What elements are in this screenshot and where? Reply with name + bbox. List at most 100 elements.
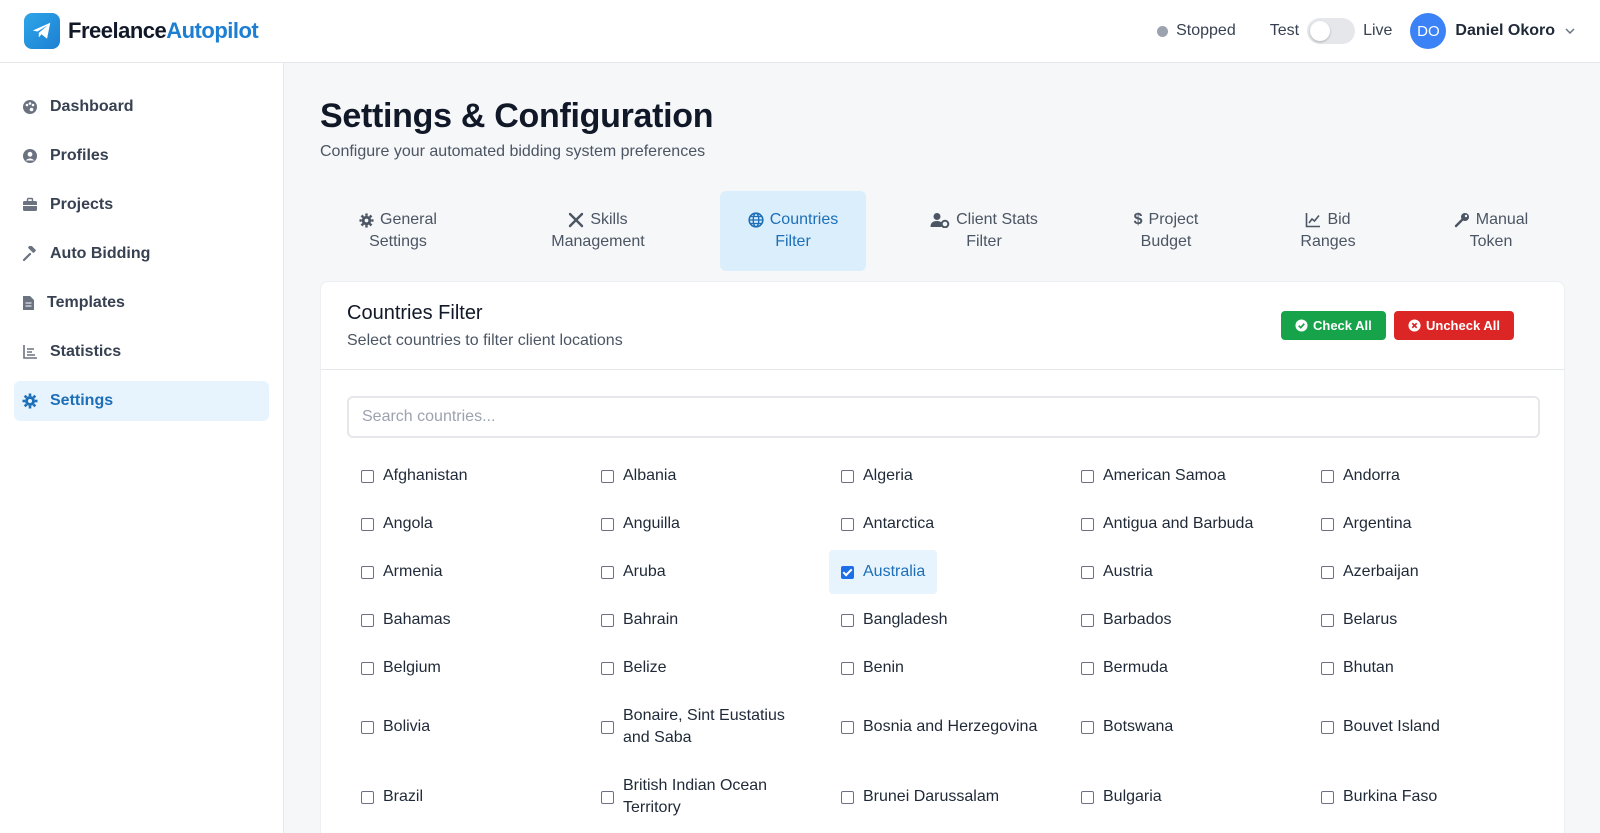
country-checkbox[interactable] — [361, 613, 374, 627]
country-checkbox[interactable] — [1081, 720, 1094, 734]
tab-skills-management[interactable]: Skills Management — [476, 191, 720, 271]
sidebar-item-templates[interactable]: Templates — [14, 283, 269, 323]
country-checkbox[interactable] — [1081, 790, 1094, 804]
country-option[interactable]: Angola — [349, 502, 445, 546]
sidebar-item-statistics[interactable]: Statistics — [14, 332, 269, 372]
gear-icon — [359, 212, 374, 228]
sidebar-item-auto-bidding[interactable]: Auto Bidding — [14, 234, 269, 274]
country-checkbox[interactable] — [601, 517, 614, 531]
country-checkbox[interactable] — [601, 565, 614, 579]
tab-client-stats-filter[interactable]: Client Stats Filter — [866, 191, 1102, 271]
tab-countries-filter[interactable]: Countries Filter — [720, 191, 866, 271]
country-option[interactable]: Anguilla — [589, 502, 692, 546]
tab-manual-token[interactable]: Manual Token — [1426, 191, 1556, 271]
country-checkbox[interactable] — [1081, 565, 1094, 579]
country-option[interactable]: Albania — [589, 454, 688, 498]
country-checkbox[interactable] — [841, 517, 854, 531]
country-checkbox[interactable] — [361, 469, 374, 483]
country-checkbox[interactable] — [841, 469, 854, 483]
avatar: DO — [1410, 13, 1447, 49]
country-option[interactable]: Bonaire, Sint Eustatius and Saba — [589, 694, 817, 760]
country-checkbox[interactable] — [361, 720, 374, 734]
country-checkbox[interactable] — [841, 661, 854, 675]
search-countries-input[interactable] — [347, 396, 1540, 438]
top-bar: FreelanceAutopilot Stopped Test Live DO … — [0, 0, 1600, 63]
test-live-toggle[interactable] — [1307, 18, 1356, 44]
country-option[interactable]: Botswana — [1069, 694, 1185, 760]
country-checkbox[interactable] — [601, 720, 614, 734]
countries-filter-card: Countries Filter Select countries to fil… — [320, 281, 1565, 833]
sidebar-item-settings[interactable]: Settings — [14, 381, 269, 421]
country-option[interactable]: Aruba — [589, 550, 678, 594]
country-label: Belgium — [383, 659, 441, 676]
country-option[interactable]: Bahrain — [589, 598, 690, 642]
country-checkbox[interactable] — [601, 661, 614, 675]
country-option[interactable]: Bosnia and Herzegovina — [829, 694, 1049, 760]
country-option[interactable]: Austria — [1069, 550, 1165, 594]
country-option[interactable]: Benin — [829, 646, 916, 690]
country-option[interactable]: Bolivia — [349, 694, 442, 760]
check-all-button[interactable]: Check All — [1281, 311, 1386, 340]
country-option[interactable]: Azerbaijan — [1309, 550, 1431, 594]
country-checkbox[interactable] — [1321, 517, 1334, 531]
country-option[interactable]: Belize — [589, 646, 679, 690]
sidebar-item-label: Templates — [47, 294, 125, 311]
country-checkbox[interactable] — [1321, 469, 1334, 483]
tab-bid-ranges[interactable]: Bid Ranges — [1230, 191, 1426, 271]
country-checkbox[interactable] — [601, 613, 614, 627]
country-label: Barbados — [1103, 611, 1172, 628]
country-option[interactable]: Algeria — [829, 454, 925, 498]
country-option[interactable]: Bhutan — [1309, 646, 1406, 690]
sidebar-item-dashboard[interactable]: Dashboard — [14, 87, 269, 127]
palette-icon — [23, 100, 37, 114]
country-checkbox[interactable] — [361, 790, 374, 804]
country-option[interactable]: Brazil — [349, 764, 435, 830]
country-option[interactable]: Antarctica — [829, 502, 946, 546]
country-checkbox[interactable] — [1081, 613, 1094, 627]
country-label: Brazil — [383, 788, 424, 805]
country-checkbox[interactable] — [1081, 661, 1094, 675]
country-option[interactable]: Bangladesh — [829, 598, 960, 642]
country-option[interactable]: Belgium — [349, 646, 453, 690]
country-checkbox[interactable] — [361, 661, 374, 675]
country-checkbox[interactable] — [841, 790, 854, 804]
country-label: Antarctica — [863, 515, 935, 532]
country-option[interactable]: Antigua and Barbuda — [1069, 502, 1265, 546]
user-menu[interactable]: DO Daniel Okoro — [1410, 13, 1576, 49]
country-checkbox[interactable] — [1081, 469, 1094, 483]
country-option[interactable]: Barbados — [1069, 598, 1184, 642]
country-checkbox[interactable] — [361, 517, 374, 531]
country-option[interactable]: American Samoa — [1069, 454, 1238, 498]
country-checkbox[interactable] — [1321, 720, 1334, 734]
country-option[interactable]: Afghanistan — [349, 454, 480, 498]
country-option[interactable]: Brunei Darussalam — [829, 764, 1011, 830]
country-option[interactable]: Burkina Faso — [1309, 764, 1449, 830]
country-option[interactable]: Bermuda — [1069, 646, 1180, 690]
country-checkbox[interactable] — [1321, 661, 1334, 675]
sidebar-item-projects[interactable]: Projects — [14, 185, 269, 225]
country-option[interactable]: Bulgaria — [1069, 764, 1174, 830]
country-checkbox[interactable] — [1081, 517, 1094, 531]
country-checkbox[interactable] — [601, 469, 614, 483]
country-option[interactable]: Argentina — [1309, 502, 1424, 546]
app-logo[interactable]: FreelanceAutopilot — [24, 13, 259, 49]
country-option[interactable]: Andorra — [1309, 454, 1412, 498]
country-option[interactable]: Belarus — [1309, 598, 1409, 642]
country-option[interactable]: Australia — [829, 550, 938, 594]
country-checkbox[interactable] — [841, 613, 854, 627]
sidebar-item-profiles[interactable]: Profiles — [14, 136, 269, 176]
country-option[interactable]: Armenia — [349, 550, 455, 594]
uncheck-all-button[interactable]: Uncheck All — [1394, 311, 1514, 340]
country-checkbox[interactable] — [1321, 613, 1334, 627]
country-checkbox[interactable] — [841, 565, 854, 579]
tab-general-settings[interactable]: General Settings — [320, 191, 476, 271]
country-option[interactable]: Bouvet Island — [1309, 694, 1452, 760]
country-checkbox[interactable] — [841, 720, 854, 734]
country-option[interactable]: British Indian Ocean Territory — [589, 764, 817, 830]
country-checkbox[interactable] — [601, 790, 614, 804]
tab-project-budget[interactable]: $ Project Budget — [1102, 191, 1230, 271]
country-checkbox[interactable] — [361, 565, 374, 579]
country-checkbox[interactable] — [1321, 565, 1334, 579]
country-checkbox[interactable] — [1321, 790, 1334, 804]
country-option[interactable]: Bahamas — [349, 598, 463, 642]
